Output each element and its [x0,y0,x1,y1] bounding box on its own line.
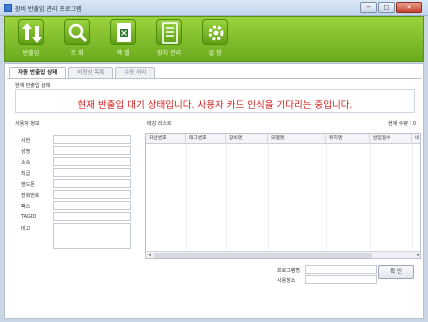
toolbar-search-button[interactable]: 조 회 [57,19,97,61]
location-input[interactable] [305,275,377,284]
location-label: 사용장소 [277,278,296,284]
window-title: 장비 반출입 관리 프로그램 [15,6,82,13]
program-name-input[interactable] [305,265,377,274]
main-toolbar: 반출입 조 회 엑 셀 장치 관리 설 정 [4,16,424,62]
field-fax: 팩스 [15,201,133,211]
column-header[interactable]: 반입일수 [370,134,412,144]
field-department: 소속 [15,157,133,167]
field-position: 직급 [15,168,133,178]
memo-textarea[interactable] [53,223,131,249]
toolbar-inout-label: 반출입 [22,50,40,57]
position-input[interactable] [53,168,131,177]
field-label: 비고 [21,226,31,232]
field-label: 성명 [21,149,31,155]
tab-manual-process[interactable]: 수동 처리 [115,67,156,78]
grid-line [370,144,371,252]
horizontal-scrollbar[interactable]: ◂ ▸ [146,251,420,258]
column-header[interactable]: 위치명 [326,134,370,144]
field-label: 소속 [21,160,31,166]
tab-abnormal-list[interactable]: 비정상 목록 [68,67,114,78]
search-icon [64,19,90,45]
location-row: 사용장소 [277,275,377,285]
status-message: 현재 반출입 대기 상태입니다. 사용자 카드 인식을 기다리는 중입니다. [77,100,353,111]
count-label: 현재 수량 : 0 [388,121,417,127]
toolbar-device-button[interactable]: 장치 관리 [149,19,189,61]
grid-line [186,144,187,252]
main-content: 자동 반출입 상태 비정상 목록 수동 처리 현재 반출입 상태 현재 반출입 … [4,63,424,319]
field-label: 전화번호 [21,193,40,199]
title-bar: 장비 반출입 관리 프로그램 ─ □ ✕ [0,0,428,16]
toolbar-settings-label: 설 정 [208,50,222,57]
field-name: 성명 [15,146,133,156]
field-label: 사번 [21,138,31,144]
toolbar-excel-button[interactable]: 엑 셀 [103,19,143,61]
scroll-left-icon[interactable]: ◂ [146,252,153,258]
toolbar-inout-button[interactable]: 반출입 [11,19,51,61]
toolbar-search-label: 조 회 [70,50,84,57]
grid-line [412,144,413,252]
status-group-label: 현재 반출입 상태 [15,83,51,89]
field-phone: 전화번호 [15,190,133,200]
phone-input[interactable] [53,190,131,199]
field-tagid: TAGID [15,212,133,222]
scroll-right-icon[interactable]: ▸ [415,252,420,258]
table-header: 자산번호 태그번호 장비명 모델명 위치명 반입일수 비 [146,134,420,144]
grid-line [226,144,227,252]
up-down-arrows-icon [18,19,44,45]
program-name-label: 프로그램명 [277,268,301,274]
field-employee-id: 사번 [15,135,133,145]
name-input[interactable] [53,146,131,155]
department-input[interactable] [53,157,131,166]
user-info-panel: 사번 성명 소속 직급 핸드폰 전화번호 팩스 TAGID 비고 [15,126,133,306]
maximize-button[interactable]: □ [378,2,395,13]
field-memo: 비고 [15,223,133,251]
list-group-label: 태깅 리스트 [147,121,172,127]
minimize-button[interactable]: ─ [360,2,377,13]
program-name-row: 프로그램명 [277,265,377,275]
field-label: 핸드폰 [21,182,35,188]
fax-input[interactable] [53,201,131,210]
close-button[interactable]: ✕ [396,2,422,13]
tab-divider [7,78,421,79]
toolbar-device-label: 장치 관리 [157,50,181,57]
excel-icon [110,19,136,45]
app-window: 장비 반출입 관리 프로그램 ─ □ ✕ 반출입 조 회 엑 셀 장치 관리 설… [0,0,428,322]
field-label: 직급 [21,171,31,177]
scroll-thumb[interactable] [154,253,372,258]
confirm-button[interactable]: 확 인 [378,265,414,279]
column-header[interactable]: 태그번호 [186,134,226,144]
employee-id-input[interactable] [53,135,131,144]
field-label: 팩스 [21,204,31,210]
tagid-input[interactable] [53,212,131,221]
grid-line [268,144,269,252]
tag-list-table[interactable]: 자산번호 태그번호 장비명 모델명 위치명 반입일수 비 ◂ ▸ [145,133,421,259]
column-header[interactable]: 장비명 [226,134,268,144]
device-list-icon [156,19,182,45]
mobile-input[interactable] [53,179,131,188]
tab-auto-status[interactable]: 자동 반출입 상태 [9,67,67,78]
app-icon [4,4,12,12]
gear-icon [202,19,228,45]
grid-line [326,144,327,252]
toolbar-excel-label: 엑 셀 [116,50,130,57]
toolbar-settings-button[interactable]: 설 정 [195,19,235,61]
status-box: 현재 반출입 대기 상태입니다. 사용자 카드 인식을 기다리는 중입니다. [15,89,415,113]
window-controls: ─ □ ✕ [360,2,422,13]
column-header[interactable]: 자산번호 [146,134,186,144]
field-label: TAGID [21,214,37,220]
field-mobile: 핸드폰 [15,179,133,189]
column-header[interactable]: 모델명 [268,134,326,144]
column-header[interactable]: 비 [412,134,420,144]
tab-bar: 자동 반출입 상태 비정상 목록 수동 처리 [9,67,156,78]
